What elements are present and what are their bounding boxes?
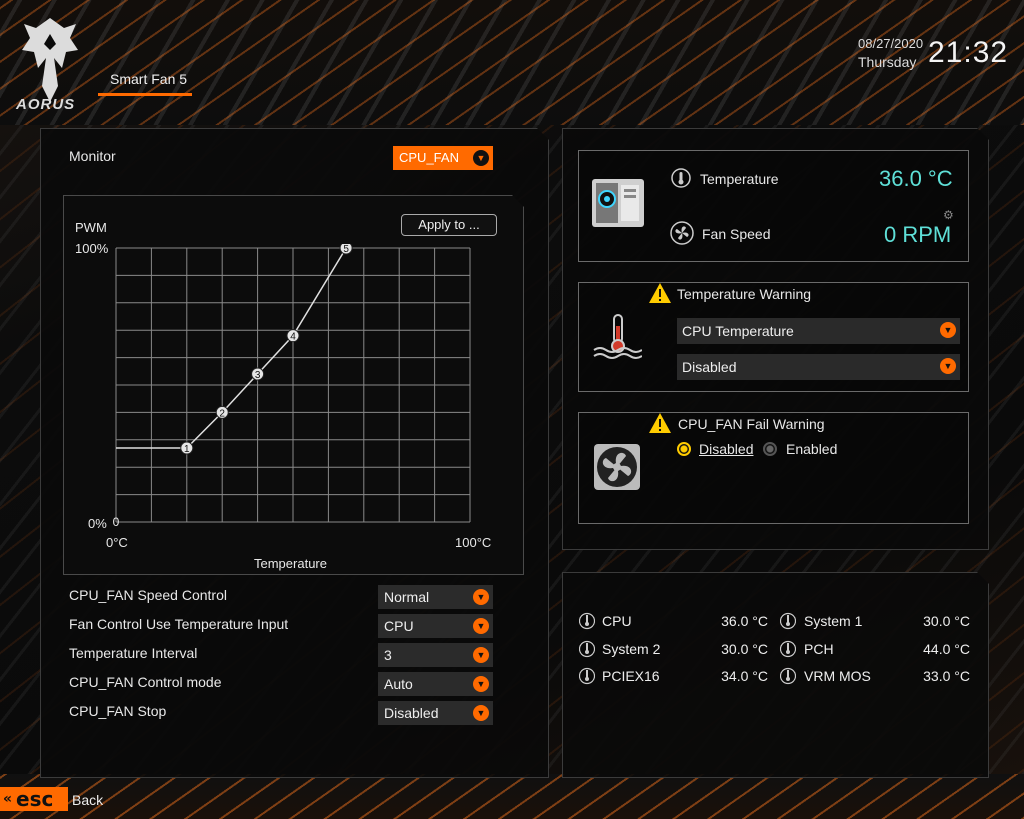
chevron-down-icon: ▼ (473, 589, 489, 605)
clock-display: 21:32 (928, 36, 1009, 69)
double-chevron-left-icon: « (3, 791, 13, 807)
thermometer-icon (671, 168, 691, 188)
curve-point-label: 1 (184, 444, 190, 455)
chevron-down-icon: ▼ (473, 647, 489, 663)
temp-interval-select[interactable]: 3 ▼ (378, 643, 493, 667)
temperature-warning-title: Temperature Warning (677, 286, 812, 302)
y-axis-title: PWM (75, 220, 107, 235)
x-axis-title: Temperature (254, 556, 327, 571)
fail-warning-enabled-radio[interactable] (763, 442, 777, 456)
fan-speed-label: Fan Speed (702, 226, 771, 242)
thermometer-icon (579, 667, 595, 685)
speed-control-value: Normal (384, 589, 430, 605)
fail-warning-enabled-label[interactable]: Enabled (786, 441, 837, 457)
curve-point-label: 2 (219, 408, 225, 419)
sensor-value: 34.0 °C (721, 668, 768, 684)
y-axis-max-label: 100% (75, 241, 109, 256)
sensor-name: CPU (602, 613, 632, 629)
chevron-down-icon: ▼ (940, 322, 956, 338)
monitor-fan-select[interactable]: CPU_FAN ▼ (393, 146, 493, 170)
temperature-label: Temperature (700, 171, 779, 187)
x-axis-max-label: 100°C (455, 535, 492, 550)
fan-curve-line (116, 247, 347, 449)
sensor-name: PCH (804, 641, 834, 657)
curve-origin-label: 0 (113, 515, 120, 528)
fan-stop-label: CPU_FAN Stop (69, 703, 167, 719)
warning-source-select[interactable]: CPU Temperature ▼ (677, 318, 960, 344)
temperature-value: 36.0 °C (879, 166, 953, 191)
x-axis-min-label: 0°C (106, 535, 128, 550)
chevron-down-icon: ▼ (940, 358, 956, 374)
thermometer-icon (780, 612, 796, 630)
curve-point-label: 3 (255, 370, 261, 381)
thermometer-icon (579, 640, 595, 658)
temp-input-label: Fan Control Use Temperature Input (69, 616, 289, 632)
page-title[interactable]: Smart Fan 5 (110, 71, 187, 87)
fan-stop-value: Disabled (384, 705, 439, 721)
footer-strip (0, 774, 1024, 819)
y-axis-min-label: 0% (88, 516, 107, 531)
temp-interval-label: Temperature Interval (69, 645, 198, 661)
day-display: Thursday (858, 54, 917, 70)
sensor-name: VRM MOS (804, 668, 871, 684)
fan-curve-plot[interactable]: 1 2 3 4 5 0 (112, 244, 474, 528)
sensor-value: 30.0 °C (923, 613, 970, 629)
brand-wordmark: AORUS (16, 96, 76, 113)
warning-threshold-select[interactable]: Disabled ▼ (677, 354, 960, 380)
warning-icon (649, 413, 671, 433)
sensor-name: PCIEX16 (602, 668, 660, 684)
esc-button[interactable]: «esc (0, 787, 68, 811)
thermometer-icon (579, 612, 595, 630)
control-mode-label: CPU_FAN Control mode (69, 674, 222, 690)
sensor-value: 30.0 °C (721, 641, 768, 657)
speed-control-select[interactable]: Normal ▼ (378, 585, 493, 609)
control-mode-value: Auto (384, 676, 413, 692)
fan-fail-warning-title: CPU_FAN Fail Warning (678, 416, 825, 432)
thermometer-icon (780, 640, 796, 658)
fail-warning-disabled-radio[interactable] (677, 442, 691, 456)
fan-stop-select[interactable]: Disabled ▼ (378, 701, 493, 725)
warning-source-value: CPU Temperature (682, 323, 794, 339)
monitor-label: Monitor (69, 148, 116, 164)
sensor-value: 33.0 °C (923, 668, 970, 684)
temp-interval-value: 3 (384, 647, 392, 663)
chevron-down-icon: ▼ (473, 676, 489, 692)
curve-point-label: 5 (343, 244, 349, 255)
thermometer-icon (780, 667, 796, 685)
sensor-value: 44.0 °C (923, 641, 970, 657)
back-label[interactable]: Back (72, 792, 103, 808)
apply-to-button[interactable]: Apply to ... (401, 214, 497, 236)
temp-input-select[interactable]: CPU ▼ (378, 614, 493, 638)
thermometer-heat-icon (593, 314, 642, 359)
active-tab-underline (98, 93, 192, 96)
control-mode-select[interactable]: Auto ▼ (378, 672, 493, 696)
temp-input-value: CPU (384, 618, 414, 634)
case-fan-icon (594, 444, 640, 490)
sensor-value: 36.0 °C (721, 613, 768, 629)
chevron-down-icon: ▼ (473, 705, 489, 721)
pc-case-icon (592, 179, 644, 227)
sensor-name: System 2 (602, 641, 661, 657)
warning-icon (649, 283, 671, 303)
curve-point-label: 4 (290, 332, 296, 343)
fan-icon (670, 221, 694, 245)
date-display: 08/27/2020 (858, 36, 924, 51)
chevron-down-icon: ▼ (473, 618, 489, 634)
monitor-fan-value: CPU_FAN (399, 150, 459, 165)
warning-threshold-value: Disabled (682, 359, 737, 375)
esc-label: esc (16, 787, 54, 811)
fail-warning-disabled-label[interactable]: Disabled (699, 441, 753, 457)
sensor-name: System 1 (804, 613, 863, 629)
chevron-down-icon: ▼ (473, 150, 489, 166)
gear-icon[interactable]: ⚙ (943, 208, 954, 222)
fan-speed-value: 0 RPM (884, 222, 952, 247)
speed-control-label: CPU_FAN Speed Control (69, 587, 227, 603)
